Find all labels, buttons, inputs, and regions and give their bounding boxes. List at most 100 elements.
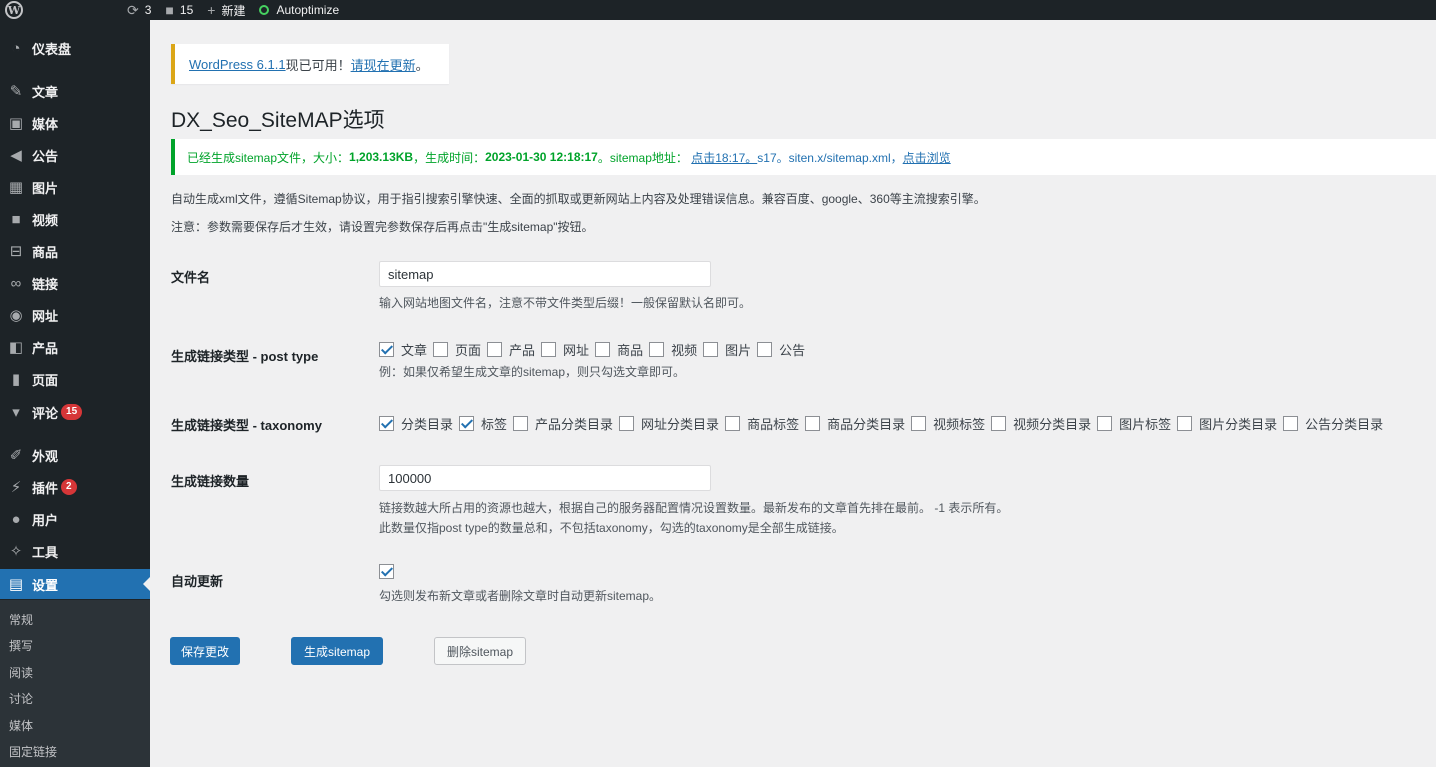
checkbox-label: 公告 — [779, 343, 806, 358]
submenu-item-general[interactable]: 常规 — [9, 610, 33, 630]
sidebar-item-pages[interactable]: ▮ 页面 — [0, 364, 150, 394]
sidebar-item-users[interactable]: ● 用户 — [0, 504, 150, 534]
post-type-checkbox-video[interactable] — [649, 342, 665, 357]
post-type-label: 生成链接类型 - post type — [171, 349, 319, 364]
sidebar-item-sites[interactable]: ◉ 网址 — [0, 300, 150, 330]
sidebar-item-videos[interactable]: ■ 视频 — [0, 204, 150, 234]
sidebar-item-tools[interactable]: ✧ 工具 — [0, 536, 150, 566]
cart-icon: ⊟ — [9, 243, 23, 260]
comments-link[interactable]: ■ 15 — [165, 0, 193, 20]
taxonomy-checkbox-image-tag[interactable] — [1097, 416, 1113, 431]
submenu-item-reading[interactable]: 阅读 — [9, 663, 33, 683]
checkbox-label: 产品 — [509, 343, 536, 358]
settings-icon: ▤ — [8, 576, 24, 593]
sidebar-item-images[interactable]: ▦ 图片 — [0, 172, 150, 202]
checkbox-label: 商品分类目录 — [827, 417, 906, 432]
wordpress-logo-icon[interactable]: W — [5, 1, 23, 19]
user-icon: ● — [11, 510, 21, 528]
sidebar-item-links[interactable]: ∞ 链接 — [0, 268, 150, 298]
plugins-badge: 2 — [61, 479, 77, 495]
taxonomy-checkbox-site-category[interactable] — [619, 416, 635, 431]
checkbox-label: 文章 — [401, 343, 428, 358]
sidebar-item-label: 链接 — [32, 276, 59, 292]
post-type-checkbox-product[interactable] — [487, 342, 503, 357]
taxonomy-checkbox-goods-tag[interactable] — [725, 416, 741, 431]
plugin-note: 注意：参数需要保存后才生效，请设置完参数保存后再点击"生成sitemap"按钮。 — [171, 220, 594, 234]
post-type-help: 例：如果仅希望生成文章的sitemap，则只勾选文章即可。 — [379, 365, 686, 379]
delete-sitemap-button[interactable]: 删除sitemap — [434, 637, 526, 665]
settings-submenu: 常规 撰写 阅读 讨论 媒体 固定链接 — [0, 600, 150, 767]
link-count-input[interactable] — [379, 465, 711, 491]
sidebar-item-appearance[interactable]: ✐ 外观 — [0, 440, 150, 470]
taxonomy-checkbox-category[interactable] — [379, 416, 394, 431]
checkbox-label: 商品 — [617, 343, 644, 358]
taxonomy-checkbox-video-tag[interactable] — [911, 416, 927, 431]
checkbox-label: 视频分类目录 — [1013, 417, 1092, 432]
updates-link[interactable]: ⟳ 3 — [127, 0, 151, 20]
comments-count: 15 — [179, 3, 194, 17]
sidebar-item-label: 用户 — [32, 512, 59, 528]
comments-badge: 15 — [61, 404, 83, 420]
taxonomy-checkbox-tag[interactable] — [459, 416, 475, 431]
sidebar-item-goods[interactable]: ⊟ 商品 — [0, 236, 150, 266]
refresh-icon: ⟳ — [127, 2, 139, 18]
update-now-link[interactable]: 请现在更新 — [351, 55, 416, 74]
auto-update-checkbox[interactable] — [379, 564, 394, 579]
plugin-icon: ⚡ — [10, 479, 22, 496]
sitemap-url: s17。siten.x/sitemap.xml — [757, 150, 891, 165]
post-type-checkbox-image[interactable] — [703, 342, 719, 357]
updates-count: 3 — [144, 3, 152, 17]
post-type-checkbox-site[interactable] — [541, 342, 557, 357]
image-icon: ▦ — [8, 179, 24, 196]
taxonomy-checkbox-goods-category[interactable] — [805, 416, 821, 431]
wordpress-version-link[interactable]: WordPress 6.1.1 — [189, 57, 286, 72]
sidebar-item-plugins[interactable]: ⚡ 插件 2 — [0, 472, 150, 502]
product-icon: ◧ — [8, 339, 24, 356]
taxonomy-label: 生成链接类型 - taxonomy — [171, 418, 322, 433]
globe-icon: ◉ — [9, 307, 23, 324]
new-content-link[interactable]: + 新建 — [207, 0, 245, 20]
sitemap-click-link[interactable]: 点击18:17。 — [691, 149, 757, 166]
taxonomy-options: 分类目录 标签 产品分类目录 网址分类目录 商品标签 商品分类目录 视频标签 视… — [379, 414, 1389, 433]
checkbox-label: 视频 — [671, 343, 698, 358]
checkbox-label: 商品标签 — [747, 417, 800, 432]
plugin-description: 自动生成xml文件，遵循Sitemap协议，用于指引搜索引擎快速、全面的抓取或更… — [171, 192, 986, 206]
submenu-item-discussion[interactable]: 讨论 — [9, 689, 33, 709]
checkbox-label: 视频标签 — [933, 417, 986, 432]
update-notice-text: 现已可用！ — [285, 57, 351, 73]
sidebar-item-announcements[interactable]: ◀ 公告 — [0, 140, 150, 170]
sidebar-item-label: 视频 — [32, 212, 59, 228]
sidebar-item-settings[interactable]: ▤ 设置 — [0, 569, 150, 599]
sidebar-item-posts[interactable]: ✎ 文章 — [0, 76, 150, 106]
autoptimize-link[interactable]: Autoptimize — [259, 0, 339, 20]
submenu-item-writing[interactable]: 撰写 — [9, 636, 33, 656]
post-type-checkbox-page[interactable] — [433, 342, 449, 357]
taxonomy-checkbox-announcement-category[interactable] — [1283, 416, 1299, 431]
brush-icon: ✐ — [9, 447, 23, 464]
generate-sitemap-button[interactable]: 生成sitemap — [291, 637, 383, 665]
sidebar-item-label: 文章 — [32, 84, 59, 100]
filename-input[interactable] — [379, 261, 711, 287]
taxonomy-checkbox-video-category[interactable] — [991, 416, 1007, 431]
post-type-checkbox-goods[interactable] — [595, 342, 611, 357]
submenu-item-permalinks[interactable]: 固定链接 — [9, 742, 57, 762]
sidebar-item-label: 公告 — [32, 148, 59, 164]
browse-link[interactable]: 点击浏览 — [903, 149, 951, 166]
sidebar-item-products[interactable]: ◧ 产品 — [0, 332, 150, 362]
submenu-item-media[interactable]: 媒体 — [9, 716, 33, 736]
checkbox-label: 标签 — [481, 417, 508, 432]
sidebar-item-dashboard[interactable]: ◔ 仪表盘 — [0, 33, 150, 63]
media-icon: ▣ — [8, 115, 24, 132]
link-count-help-2: 此数量仅指post type的数量总和，不包括taxonomy，勾选的taxon… — [379, 521, 844, 535]
sitemap-time: 2023-01-30 12:18:17 — [485, 150, 598, 164]
page-icon: ▮ — [11, 371, 21, 388]
post-type-checkbox-announcement[interactable] — [757, 342, 773, 357]
sidebar-item-media[interactable]: ▣ 媒体 — [0, 108, 150, 138]
plus-icon: + — [207, 2, 216, 18]
save-changes-button[interactable]: 保存更改 — [170, 637, 240, 665]
sidebar-item-comments[interactable]: ▾ 评论 15 — [0, 397, 150, 427]
taxonomy-checkbox-product-category[interactable] — [513, 416, 529, 431]
post-type-checkbox-post[interactable] — [379, 342, 394, 357]
taxonomy-checkbox-image-category[interactable] — [1177, 416, 1193, 431]
status-prefix: 已经生成sitemap文件，大小： — [187, 150, 350, 165]
